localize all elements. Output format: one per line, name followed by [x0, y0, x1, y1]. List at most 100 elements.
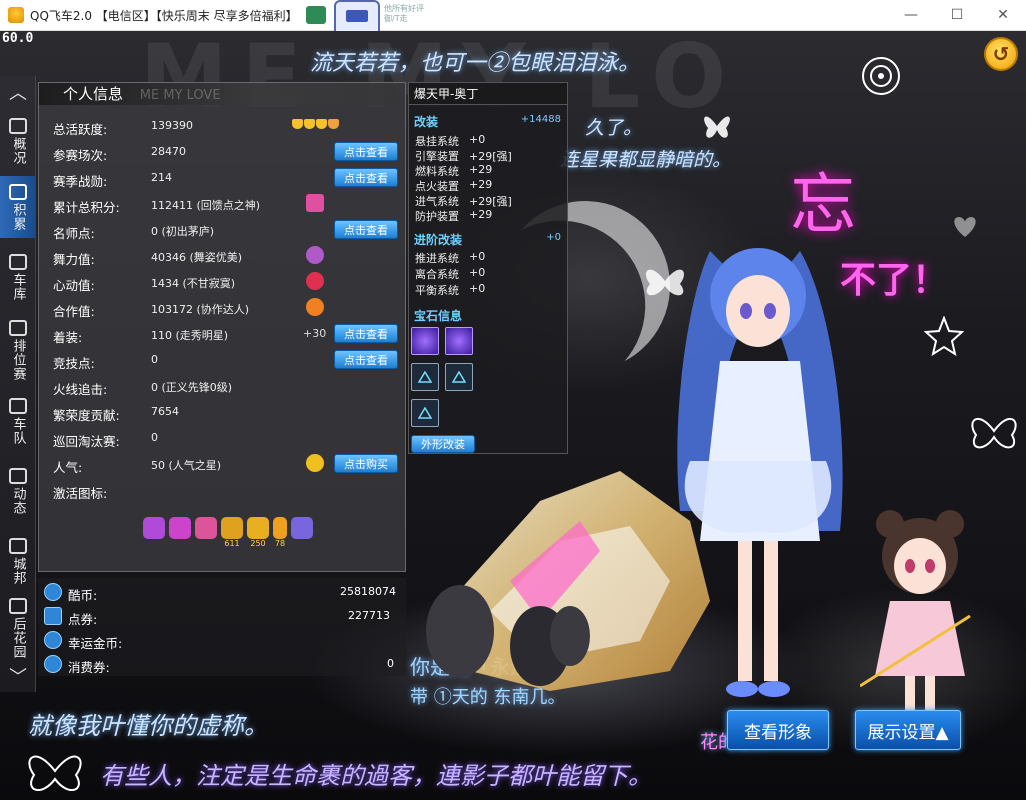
row-value: 40346 (舞姿优美) — [151, 251, 243, 264]
currency-label: 消费券: — [68, 660, 110, 675]
nav-item-label: 车库 — [10, 272, 26, 301]
personal-info-panel: 个人信息 ME MY LOVE 总活跃度: 139390 参赛场次: 28470… — [38, 82, 406, 572]
row-label: 名师点: — [53, 226, 95, 241]
info-row-heart: 心动值: 1434 (不甘寂寞) — [53, 272, 403, 293]
row-value: 1434 (不甘寂寞) — [151, 277, 236, 290]
info-row-season-merit: 赛季战勋: 214 点击查看 — [53, 168, 403, 189]
info-row-races: 参赛场次: 28470 点击查看 — [53, 142, 403, 163]
gem-slot-filled[interactable] — [445, 327, 473, 355]
appearance-mod-button[interactable]: 外形改装 — [411, 435, 475, 453]
info-row-elimination: 巡回淘汰赛: 0 — [53, 429, 403, 449]
section-title: 进阶改装 — [414, 233, 463, 247]
mod-row: 悬挂系统 +0 — [415, 133, 565, 148]
currency-value: 227713 — [348, 609, 390, 622]
panel-title: 个人信息 — [63, 85, 124, 103]
gem-slot-empty[interactable] — [445, 363, 473, 391]
mod-bonus: +29 — [469, 178, 493, 191]
decor-text-top2: 久了。 — [585, 117, 643, 139]
info-row-dance: 舞力值: 40346 (舞姿优美) — [53, 246, 403, 267]
mod-name: 燃料系统 — [415, 165, 459, 178]
nav-item-garage[interactable]: 车库 — [0, 246, 36, 308]
gift-icon — [306, 194, 324, 212]
gem-slot-empty[interactable] — [411, 363, 439, 391]
mod-bonus: +0 — [469, 282, 486, 295]
nav-item-garden[interactable]: 后花园 — [0, 592, 36, 664]
card-badge-icon[interactable]: 78 — [273, 517, 287, 548]
medal-badge-icon[interactable]: 250 — [247, 517, 269, 548]
view-season-merit-button[interactable]: 点击查看 — [334, 168, 398, 187]
maximize-button[interactable]: ☐ — [934, 0, 980, 30]
close-button[interactable]: ✕ — [980, 0, 1026, 30]
chevron-down-icon: ﹀ — [9, 667, 27, 688]
gem-slot-empty[interactable] — [411, 399, 439, 427]
mod-name: 悬挂系统 — [415, 135, 459, 148]
badge-count: 611 — [224, 539, 240, 548]
adv-mod-row: 离合系统 +0 — [415, 266, 565, 281]
wing-badge-icon[interactable] — [291, 517, 313, 539]
layers-icon — [9, 183, 27, 200]
decor-text-bottom1: 就像我叶懂你的虚称。 — [28, 712, 268, 740]
triangle-icon — [418, 371, 432, 383]
star-icon — [924, 316, 964, 356]
nav-scroll-up-button[interactable]: ︿ — [0, 76, 36, 108]
info-row-cooperation: 合作值: 103172 (协作达人) — [53, 298, 403, 319]
view-look-button[interactable]: 查看形象 — [727, 710, 829, 750]
currency-value: 0 — [387, 657, 394, 670]
mod-bonus: +0 — [469, 266, 486, 279]
view-races-button[interactable]: 点击查看 — [334, 142, 398, 161]
back-button[interactable]: ↺ — [984, 37, 1018, 71]
star-icon — [9, 397, 27, 414]
nav-item-overview[interactable]: 概况 — [0, 110, 36, 172]
badge-count: 250 — [250, 539, 266, 548]
mod-bonus: +0 — [469, 250, 486, 263]
info-row-activity: 总活跃度: 139390 — [53, 117, 403, 137]
section-total: +14488 — [520, 114, 561, 125]
minimize-button[interactable]: — — [888, 0, 934, 30]
triangle-icon — [418, 407, 432, 419]
bag-badge-icon[interactable] — [169, 517, 191, 539]
currency-row-ticket: 点券: 227713 — [42, 606, 402, 628]
car-name: 爆天甲-奥丁 — [409, 83, 567, 105]
nav-scroll-down-button[interactable]: ﹀ — [0, 660, 36, 692]
currency-label: 点券: — [68, 612, 98, 627]
view-outfit-button[interactable]: 点击查看 — [334, 324, 398, 343]
row-label: 累计总积分: — [53, 200, 120, 215]
info-row-prosperity: 繁荣度贡献: 7654 — [53, 403, 403, 423]
window-title: QQ飞车2.0 【电信区】【快乐周末 尽享多倍福利】 — [30, 8, 298, 23]
nav-item-accumulate[interactable]: 积累 — [0, 176, 36, 238]
nav-item-team[interactable]: 车队 — [0, 390, 36, 452]
currency-row-voucher: 消费券: 0 — [42, 654, 402, 676]
nav-item-label: 概况 — [10, 136, 26, 165]
row-label: 合作值: — [53, 304, 95, 319]
s-badge-icon[interactable] — [143, 517, 165, 539]
row-value: 0 — [151, 431, 158, 444]
coolcoin-icon — [44, 583, 62, 601]
garden-icon — [9, 597, 27, 614]
decor-text-bottom2: 有些人，注定是生命裹的過客，連影子都叶能留下。 — [100, 762, 652, 790]
nav-item-label: 城邦 — [10, 556, 26, 585]
nav-item-city[interactable]: 城邦 — [0, 530, 36, 592]
display-settings-button[interactable]: 展示设置▲ — [855, 710, 961, 750]
nav-item-ranked[interactable]: 排位赛 — [0, 314, 36, 386]
view-mentor-button[interactable]: 点击查看 — [334, 220, 398, 239]
trophy-badge-icon[interactable]: 611 — [221, 517, 243, 548]
row-value: 112411 (回馈点之神) — [151, 199, 261, 212]
gift-badge-icon[interactable] — [195, 517, 217, 539]
gem-slot-filled[interactable] — [411, 327, 439, 355]
mod-row: 进气系统 +29[强] — [415, 193, 565, 208]
row-value: 110 (走秀明星) — [151, 329, 229, 342]
active-badges: 611 250 78 — [143, 517, 313, 548]
view-arena-button[interactable]: 点击查看 — [334, 350, 398, 369]
currency-label: 酷币: — [68, 588, 98, 603]
row-value: 214 — [151, 171, 172, 184]
buy-popularity-button[interactable]: 点击购买 — [334, 454, 398, 473]
row-label: 舞力值: — [53, 252, 95, 267]
mod-name: 推进系统 — [415, 252, 459, 265]
chevron-up-icon: ︿ — [9, 83, 27, 104]
mod-name: 点火装置 — [415, 180, 459, 193]
row-value: 0 (正义先锋0级) — [151, 381, 233, 394]
nav-item-feed[interactable]: 动态 — [0, 460, 36, 522]
row-label: 巡回淘汰赛: — [53, 434, 120, 449]
info-row-active-icons: 激活图标: — [53, 481, 403, 501]
row-label: 人气: — [53, 460, 83, 475]
